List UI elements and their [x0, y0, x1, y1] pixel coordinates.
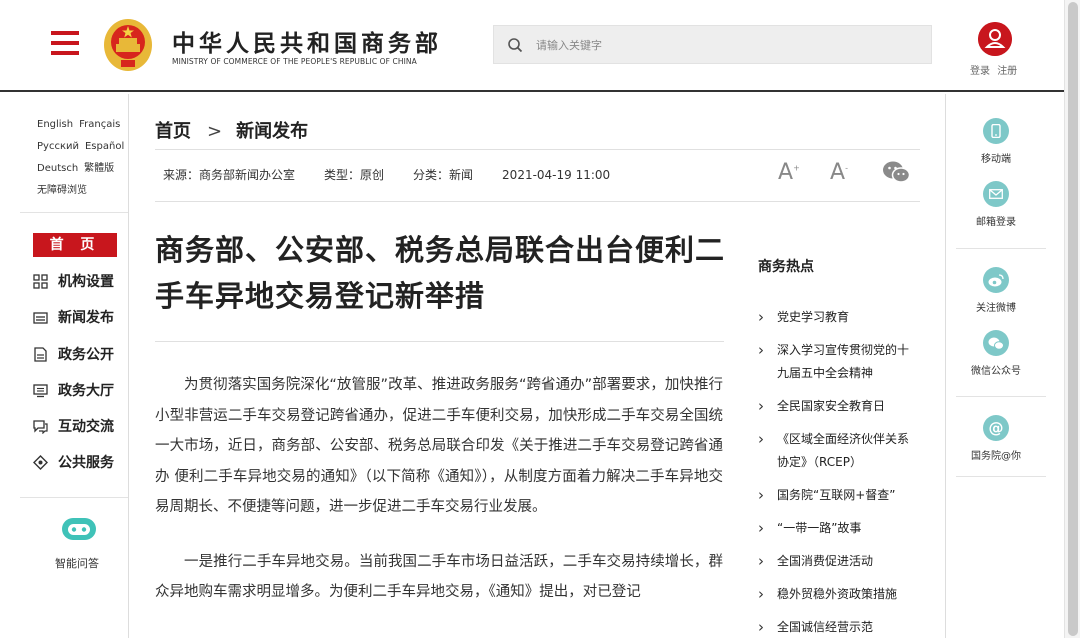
- nav-item-label: 新闻发布: [58, 310, 114, 326]
- news-icon: [33, 311, 48, 324]
- lang-traditional[interactable]: 繁體版: [84, 163, 114, 174]
- lang-english[interactable]: English: [37, 119, 73, 130]
- email-login-button[interactable]: 邮箱登录: [946, 181, 1046, 228]
- nav-item-service-hall[interactable]: 政务大厅: [33, 379, 114, 401]
- weibo-label: 关注微博: [976, 303, 1016, 314]
- language-links: English Français Русский Español Deutsch 繁體…: [37, 114, 129, 202]
- font-decrease-label: A: [830, 160, 846, 185]
- monitor-icon: [33, 383, 48, 397]
- hot-topic-item[interactable]: 党史学习教育: [758, 306, 920, 329]
- hot-topic-item[interactable]: 稳外贸稳外资政策措施: [758, 583, 920, 606]
- wechat-icon: [983, 330, 1009, 356]
- font-decrease-button[interactable]: A-: [830, 160, 848, 185]
- login-link[interactable]: 登录: [970, 66, 990, 77]
- state-council-button[interactable]: @ 国务院@你: [946, 415, 1046, 462]
- nav-item-interaction[interactable]: 互动交流: [33, 415, 114, 437]
- diamond-icon: [33, 454, 48, 470]
- state-council-label: 国务院@你: [971, 451, 1021, 462]
- scrollbar-thumb[interactable]: [1068, 2, 1078, 636]
- right-sidebar: 移动端 邮箱登录 关注微博 微信公众号 @ 国务院@你: [945, 94, 1065, 638]
- divider: [956, 248, 1046, 249]
- weibo-icon: [983, 267, 1009, 293]
- mobile-button[interactable]: 移动端: [946, 118, 1046, 165]
- nav-item-gov-affairs[interactable]: 政务公开: [33, 343, 114, 365]
- divider: [20, 212, 128, 213]
- wechat-label: 微信公众号: [971, 366, 1021, 377]
- national-emblem-logo[interactable]: [103, 18, 153, 72]
- lang-german[interactable]: Deutsch: [37, 163, 78, 174]
- hot-topic-item[interactable]: 全国诚信经营示范: [758, 616, 920, 639]
- article-title: 商务部、公安部、税务总局联合出台便利二手车异地交易登记新举措: [155, 233, 726, 313]
- email-label: 邮箱登录: [976, 217, 1016, 228]
- user-links: 登录 注册: [970, 62, 1021, 77]
- mobile-label: 移动端: [981, 154, 1011, 165]
- article-body: 为贯彻落实国务院深化“放管服”改革、推进政务服务“跨省通办”部署要求，加快推行小…: [155, 370, 723, 632]
- menu-icon[interactable]: [51, 31, 79, 55]
- nav-item-label: 政务公开: [58, 347, 114, 363]
- wechat-button[interactable]: 微信公众号: [946, 330, 1046, 377]
- nav-item-label: 互动交流: [58, 419, 114, 435]
- divider: [956, 476, 1046, 477]
- breadcrumb: 首页 > 新闻发布: [155, 117, 308, 143]
- search-box[interactable]: [493, 25, 932, 64]
- grid-icon: [33, 273, 48, 289]
- hot-topic-item[interactable]: “一带一路”故事: [758, 517, 920, 540]
- breadcrumb-separator: >: [207, 121, 223, 142]
- document-icon: [34, 346, 47, 362]
- assistant-label[interactable]: 智能问答: [55, 555, 99, 571]
- divider: [956, 396, 1046, 397]
- search-input[interactable]: [536, 35, 916, 55]
- register-link[interactable]: 注册: [997, 66, 1017, 77]
- hot-topic-item[interactable]: 全民国家安全教育日: [758, 395, 920, 418]
- divider: [155, 341, 724, 342]
- nav-item-label: 政务大厅: [58, 383, 114, 399]
- mobile-icon: [983, 118, 1009, 144]
- lang-spanish[interactable]: Español: [85, 141, 124, 152]
- at-sign-icon: @: [983, 415, 1009, 441]
- hot-topics-title: 商务热点: [758, 259, 814, 275]
- nav-item-public-service[interactable]: 公共服务: [33, 451, 114, 473]
- hot-topic-item[interactable]: 《区域全面经济伙伴关系协定》（RCEP）: [758, 428, 920, 474]
- nav-item-news[interactable]: 新闻发布: [33, 306, 114, 328]
- article-meta: 来源：商务部新闻办公室 类型：原创 分类：新闻 2021-04-19 11:00: [163, 166, 639, 183]
- divider: [155, 201, 920, 202]
- chat-icon: [33, 419, 48, 434]
- nav-item-label: 公共服务: [58, 455, 114, 471]
- robot-assistant-icon[interactable]: [60, 515, 98, 545]
- font-increase-button[interactable]: A+: [778, 160, 800, 185]
- hot-topic-item[interactable]: 全国消费促进活动: [758, 550, 920, 573]
- meta-type: 类型：原创: [324, 168, 385, 182]
- meta-date: 2021-04-19 11:00: [502, 168, 611, 182]
- lang-russian[interactable]: Русский: [37, 141, 79, 152]
- weibo-button[interactable]: 关注微博: [946, 267, 1046, 314]
- vertical-scrollbar[interactable]: [1064, 0, 1080, 638]
- user-avatar-icon[interactable]: [978, 22, 1012, 56]
- site-header: 中华人民共和国商务部 MINISTRY OF COMMERCE OF THE P…: [0, 0, 1080, 92]
- accessibility-link[interactable]: 无障碍浏览: [37, 185, 87, 196]
- site-title[interactable]: 中华人民共和国商务部: [172, 24, 442, 58]
- breadcrumb-home[interactable]: 首页: [155, 121, 191, 142]
- nav-item-organization[interactable]: 机构设置: [33, 270, 114, 292]
- search-icon[interactable]: [507, 37, 523, 53]
- hot-topic-item[interactable]: 国务院“互联网+督查”: [758, 484, 920, 507]
- nav-item-label: 机构设置: [58, 274, 114, 290]
- email-icon: [983, 181, 1009, 207]
- meta-source: 来源：商务部新闻办公室: [163, 168, 296, 182]
- divider: [155, 149, 920, 150]
- font-increase-label: A: [778, 160, 794, 185]
- lang-french[interactable]: Français: [79, 119, 120, 130]
- breadcrumb-current[interactable]: 新闻发布: [236, 121, 308, 142]
- hot-topic-item[interactable]: 深入学习宣传贯彻党的十九届五中全会精神: [758, 339, 920, 385]
- wechat-share-icon[interactable]: [882, 160, 910, 184]
- article-paragraph: 为贯彻落实国务院深化“放管服”改革、推进政务服务“跨省通办”部署要求，加快推行小…: [155, 377, 723, 515]
- site-subtitle: MINISTRY OF COMMERCE OF THE PEOPLE'S REP…: [172, 57, 417, 66]
- meta-category: 分类：新闻: [413, 168, 474, 182]
- article-paragraph: 一是推行二手车异地交易。当前我国二手车市场日益活跃，二手车交易持续增长，群众异地…: [155, 553, 723, 601]
- left-sidebar: English Français Русский Español Deutsch 繁體…: [0, 94, 129, 638]
- hot-topics-list: 党史学习教育 深入学习宣传贯彻党的十九届五中全会精神 全民国家安全教育日 《区域…: [758, 306, 920, 639]
- nav-home-button[interactable]: 首 页: [33, 233, 117, 257]
- divider: [20, 497, 128, 498]
